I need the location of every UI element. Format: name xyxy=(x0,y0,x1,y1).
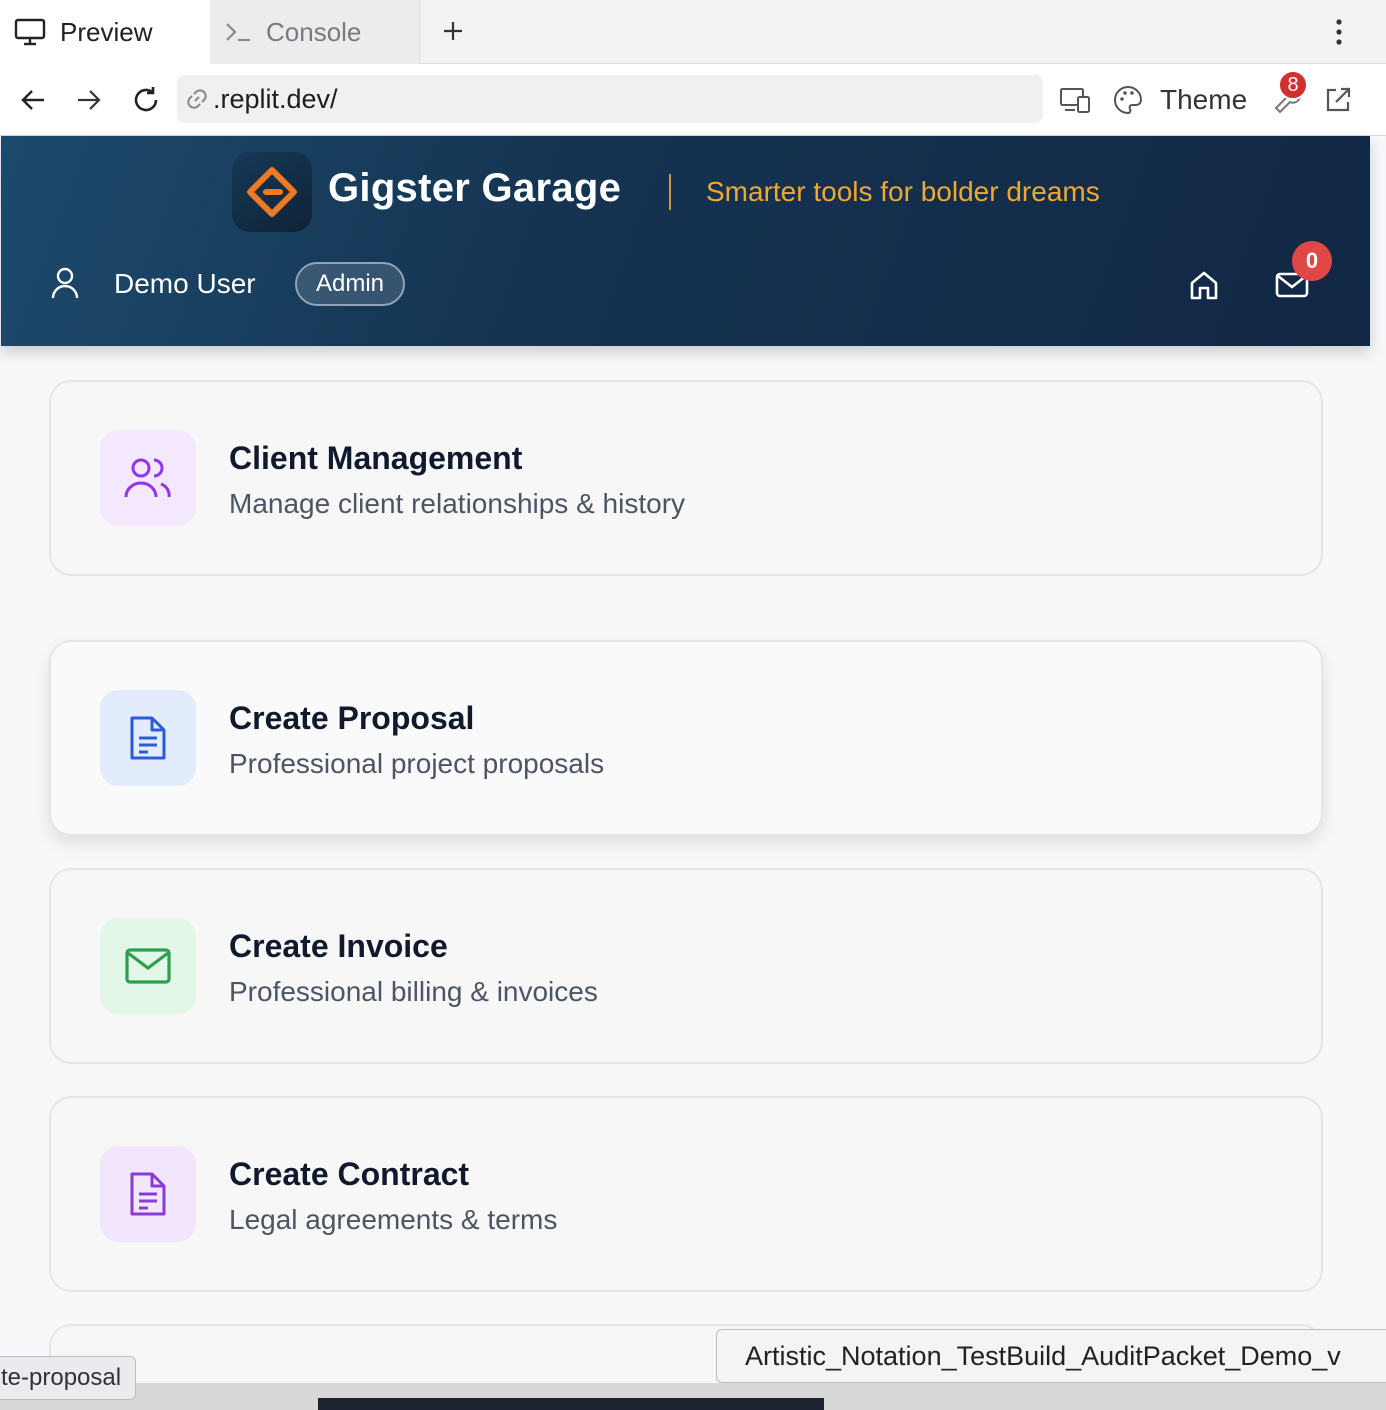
palette-icon xyxy=(1114,85,1143,115)
brand-logo[interactable] xyxy=(232,152,312,232)
new-tab-button[interactable] xyxy=(436,14,470,48)
thumbnail-strip xyxy=(318,1398,824,1410)
reload-button[interactable] xyxy=(126,80,166,120)
card-create-proposal[interactable]: Create Proposal Professional project pro… xyxy=(49,640,1323,836)
card-title: Create Contract xyxy=(229,1156,470,1192)
screen: Preview Console .replit.dev/ Theme 8 Gig… xyxy=(0,0,1386,1410)
document-icon xyxy=(130,716,166,760)
arrow-left-icon xyxy=(21,90,44,110)
document-icon xyxy=(130,1172,166,1216)
card-icon-tile xyxy=(100,430,196,526)
card-icon-tile xyxy=(100,1146,196,1242)
brand-tagline: Smarter tools for bolder dreams xyxy=(706,176,1100,207)
monitor-icon xyxy=(14,17,46,47)
card-subtitle: Manage client relationships & history xyxy=(229,488,686,519)
card-subtitle: Legal agreements & terms xyxy=(229,1204,558,1235)
terminal-icon xyxy=(224,20,252,44)
logo-icon xyxy=(247,167,297,217)
users-icon xyxy=(124,458,171,498)
mail-icon xyxy=(125,948,171,984)
card-subtitle: Professional billing & invoices xyxy=(229,976,598,1007)
card-create-contract[interactable]: Create Contract Legal agreements & terms xyxy=(49,1096,1323,1292)
back-button[interactable] xyxy=(13,80,53,120)
devtools-button[interactable]: 8 xyxy=(1268,70,1308,120)
brand-name: Gigster Garage xyxy=(328,166,622,210)
open-external-button[interactable] xyxy=(1320,80,1356,120)
url-text: .replit.dev/ xyxy=(213,83,338,114)
brand-divider xyxy=(669,174,671,210)
card-create-invoice[interactable]: Create Invoice Professional billing & in… xyxy=(49,868,1323,1064)
kebab-icon xyxy=(1336,19,1342,45)
tab-preview[interactable]: Preview xyxy=(0,0,210,64)
card-subtitle: Professional project proposals xyxy=(229,748,605,779)
devtools-badge: 8 xyxy=(1278,70,1308,100)
card-client-management[interactable]: Client Management Manage client relation… xyxy=(49,380,1323,576)
tab-console-label: Console xyxy=(266,16,362,47)
home-icon xyxy=(1190,271,1218,300)
tab-console[interactable]: Console xyxy=(210,0,420,64)
theme-button[interactable]: Theme xyxy=(1112,80,1247,120)
browser-tabbar: Preview Console xyxy=(0,0,1386,64)
home-button[interactable] xyxy=(1183,264,1225,306)
device-toggle-button[interactable] xyxy=(1057,80,1093,120)
user-icon xyxy=(49,266,81,305)
app-header: Gigster Garage Smarter tools for bolder … xyxy=(1,136,1370,346)
tab-preview-label: Preview xyxy=(60,16,153,47)
arrow-right-icon xyxy=(78,90,101,110)
forward-button[interactable] xyxy=(69,80,109,120)
reload-icon xyxy=(134,87,158,112)
card-title: Create Invoice xyxy=(229,928,448,964)
user-name: Demo User xyxy=(114,268,256,299)
role-badge: Admin xyxy=(295,262,405,306)
devices-icon xyxy=(1060,88,1090,113)
filename-tooltip: Artistic_Notation_TestBuild_AuditPacket_… xyxy=(716,1329,1386,1383)
more-menu-button[interactable] xyxy=(1322,14,1356,50)
plus-icon xyxy=(444,22,462,40)
card-icon-tile xyxy=(100,690,196,786)
theme-label: Theme xyxy=(1160,84,1248,115)
card-title: Client Management xyxy=(229,440,523,476)
link-icon xyxy=(185,87,209,111)
browser-addressbar: .replit.dev/ Theme 8 xyxy=(0,64,1386,136)
url-field[interactable]: .replit.dev/ xyxy=(177,75,1043,123)
status-link-tooltip: te-proposal xyxy=(0,1356,137,1400)
external-link-icon xyxy=(1326,87,1351,112)
messages-count-badge: 0 xyxy=(1292,241,1332,281)
card-title: Create Proposal xyxy=(229,700,475,736)
card-icon-tile xyxy=(100,918,196,1014)
